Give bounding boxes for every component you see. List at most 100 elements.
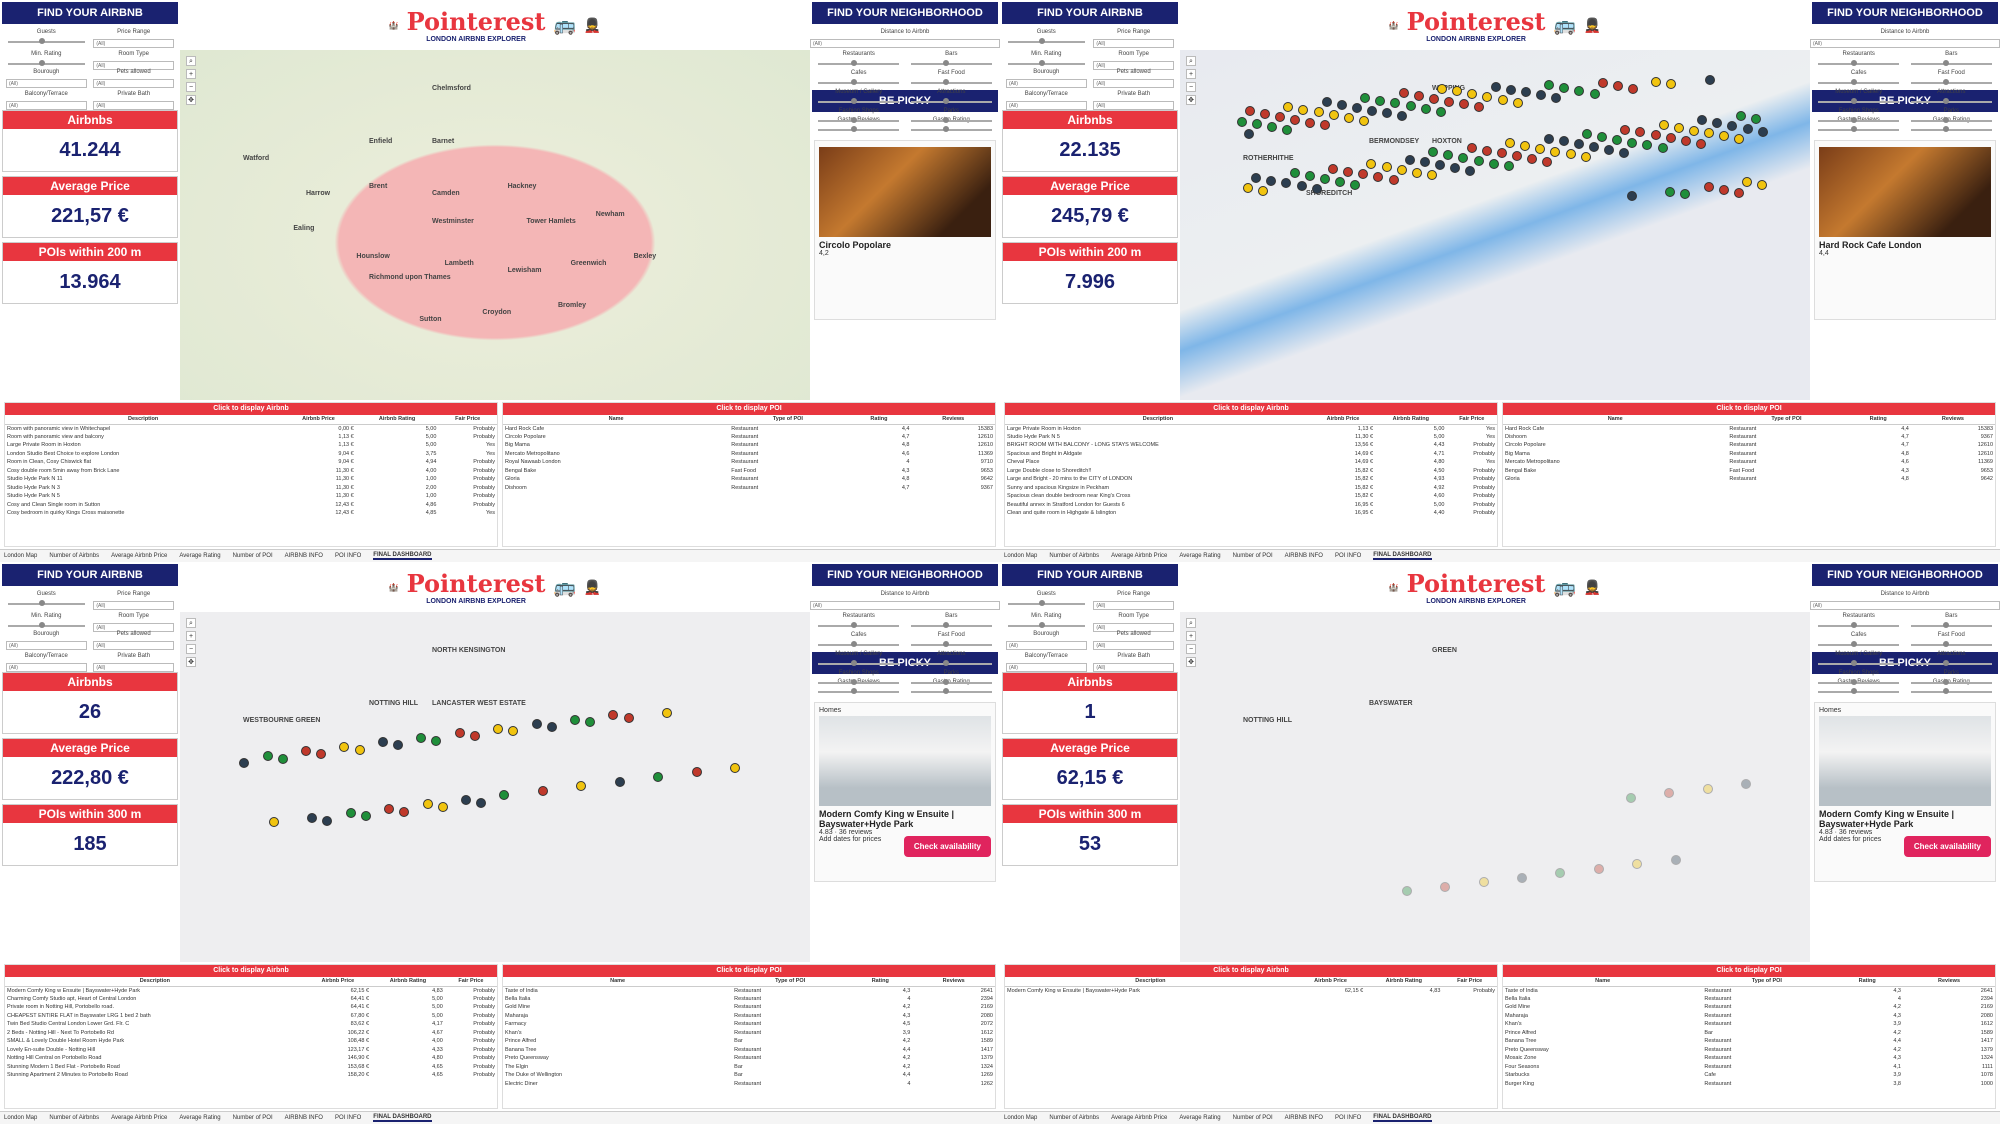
pan-icon[interactable]: ✥ [186, 657, 196, 667]
check-availability-button[interactable]: Check availability [1903, 836, 1991, 857]
col-poi-rating[interactable]: Rating [848, 977, 913, 987]
airbnb-row[interactable]: Large and Bright - 20 mins to the CITY o… [1005, 475, 1497, 484]
poi-pin[interactable] [1588, 142, 1599, 153]
poi-pin[interactable] [1574, 85, 1585, 96]
restaurants-filter[interactable]: Restaurants [1816, 48, 1901, 67]
col-fair[interactable]: Fair Price [1446, 415, 1497, 425]
airbnb-row[interactable]: Clean and quite room in Highgate & Islin… [1005, 509, 1497, 518]
zoom-in-icon[interactable]: + [186, 631, 196, 641]
poi-row[interactable]: Maharaja Restaurant 4,3 2080 [1503, 1012, 1995, 1021]
airbnb-row[interactable]: Charming Comfy Studio apt, Heart of Cent… [5, 995, 497, 1004]
search-icon[interactable]: ⌕ [186, 56, 196, 66]
poi-pin[interactable] [437, 802, 448, 813]
sheet-tab[interactable]: FINAL DASHBOARD [373, 552, 432, 560]
poi-pin[interactable] [1673, 122, 1684, 133]
poi-pin[interactable] [1733, 187, 1744, 198]
distance-filter[interactable]: Distance to Airbnb (All) [810, 588, 1000, 610]
pets-filter[interactable]: Pets allowed (All) [93, 628, 174, 650]
airbnb-table-header[interactable]: Click to display Airbnb [1005, 965, 1497, 977]
airbnb-row[interactable]: Modern Comfy King w Ensuite | Bayswater+… [5, 986, 497, 995]
airbnb-row[interactable]: Large Double close to Shoreditch!! 15,82 … [1005, 467, 1497, 476]
col-rating[interactable]: Airbnb Rating [1375, 415, 1447, 425]
col-poi-rating[interactable]: Rating [1845, 415, 1911, 425]
poi-table-header[interactable]: Click to display POI [1503, 403, 1995, 415]
airbnb-row[interactable]: Twin Bed Studio Central London Lower Grd… [5, 1020, 497, 1029]
poi-row[interactable]: Burger King Restaurant 3,8 1000 [1503, 1080, 1995, 1089]
pets-filter[interactable]: Pets allowed (All) [1093, 66, 1174, 88]
private-bath-filter[interactable]: Private Bath (All) [1093, 88, 1174, 110]
fast-food-filter[interactable]: Fast Food [909, 67, 994, 86]
poi-pin[interactable] [1559, 82, 1570, 93]
poi-pin[interactable] [1558, 136, 1569, 147]
pan-icon[interactable]: ✥ [186, 95, 196, 105]
sheet-tab[interactable]: Number of Airbnbs [1049, 553, 1099, 559]
pets-filter[interactable]: Pets allowed (All) [1093, 628, 1174, 650]
poi-pin[interactable] [1459, 99, 1470, 110]
sheet-tab[interactable]: Number of POI [233, 1115, 273, 1121]
poi-pin[interactable] [360, 811, 371, 822]
zoom-out-icon[interactable]: − [186, 82, 196, 92]
poi-pin[interactable] [1289, 168, 1300, 179]
poi-pin[interactable] [1281, 178, 1292, 189]
poi-pin[interactable] [1632, 859, 1643, 870]
poi-pin[interactable] [614, 776, 625, 787]
airbnb-row[interactable]: Studio Hyde Park N 5 11,30 € 1,00 Probably [5, 492, 497, 501]
poi-pin[interactable] [1426, 170, 1437, 181]
poi-table-header[interactable]: Click to display POI [503, 403, 995, 415]
airbnb-row[interactable]: Cosy double room 5min away from Brick La… [5, 467, 497, 476]
col-fair[interactable]: Fair Price [1442, 977, 1497, 987]
poi-pin[interactable] [339, 741, 350, 752]
sheet-tab[interactable]: Number of POI [1233, 1115, 1273, 1121]
airbnb-table-header[interactable]: Click to display Airbnb [5, 403, 497, 415]
poi-row[interactable]: Royal Nawaab London Restaurant 4 9710 [503, 458, 995, 467]
poi-pin[interactable] [623, 712, 634, 723]
poi-pin[interactable] [1397, 111, 1408, 122]
airbnb-row[interactable]: Large Private Room in Hoxton 1,13 € 5,00 Ye… [1005, 424, 1497, 433]
poi-pin[interactable] [1381, 162, 1392, 172]
poi-pin[interactable] [1665, 186, 1676, 197]
poi-row[interactable]: Prince Alfred Bar 4,2 1589 [503, 1037, 995, 1046]
col-reviews[interactable]: Reviews [912, 977, 995, 987]
poi-pin[interactable] [1503, 161, 1514, 172]
restaurants-filter[interactable]: Restaurants [816, 48, 901, 67]
sheet-tab[interactable]: AIRBNB INFO [1285, 553, 1323, 559]
sheet-tab[interactable]: Number of POI [1233, 553, 1273, 559]
borough-filter[interactable]: Bourough (All) [6, 66, 87, 88]
poi-pin[interactable] [1275, 111, 1286, 122]
bars-filter[interactable]: Bars [1909, 48, 1994, 67]
poi-pin[interactable] [1727, 121, 1738, 132]
map[interactable]: ⌕ + − ✥ NORTH KENSINGTON WESTBOURNE GREEN… [180, 612, 810, 962]
poi-pin[interactable] [1452, 86, 1463, 97]
poi-pin[interactable] [1320, 120, 1331, 131]
sheet-tab[interactable]: Average Rating [1179, 553, 1220, 559]
pan-icon[interactable]: ✥ [1186, 95, 1196, 105]
price-range-filter[interactable]: Price Range (All) [1093, 26, 1174, 48]
poi-pin[interactable] [1458, 152, 1469, 163]
poi-pin[interactable] [1689, 125, 1700, 136]
poi-pin[interactable] [1542, 156, 1553, 167]
gastro-rating-filter[interactable]: Gastro Rating [909, 676, 994, 698]
zoom-out-icon[interactable]: − [1186, 644, 1196, 654]
col-name[interactable]: Name [503, 415, 730, 425]
poi-row[interactable]: Circolo Popolare Restaurant 4,7 12610 [1503, 441, 1995, 450]
poi-pin[interactable] [1398, 88, 1409, 99]
price-range-filter[interactable]: Price Range (All) [1093, 588, 1174, 610]
poi-pin[interactable] [1367, 105, 1378, 116]
poi-pin[interactable] [1358, 169, 1369, 180]
airbnb-row[interactable]: Lovely En-suite Double - Notting Hill 123… [5, 1046, 497, 1055]
col-rating[interactable]: Airbnb Rating [371, 977, 445, 987]
airbnb-table-header[interactable]: Click to display Airbnb [5, 965, 497, 977]
col-rating[interactable]: Airbnb Rating [1365, 977, 1443, 987]
sheet-tab[interactable]: Number of Airbnbs [1049, 1115, 1099, 1121]
cafes-filter[interactable]: Cafes [1816, 629, 1901, 648]
balcony-filter[interactable]: Balcony/Terrace (All) [6, 650, 87, 672]
poi-pin[interactable] [1328, 163, 1339, 174]
poi-pin[interactable] [1627, 83, 1638, 94]
airbnb-row[interactable]: Stunning Modern 1 Bed Flat - Portobello … [5, 1063, 497, 1072]
poi-pin[interactable] [1505, 138, 1516, 149]
poi-pin[interactable] [1473, 155, 1484, 166]
poi-pin[interactable] [1704, 74, 1715, 85]
poi-pin[interactable] [1642, 140, 1653, 151]
poi-pin[interactable] [1543, 133, 1554, 144]
poi-pin[interactable] [354, 744, 365, 755]
